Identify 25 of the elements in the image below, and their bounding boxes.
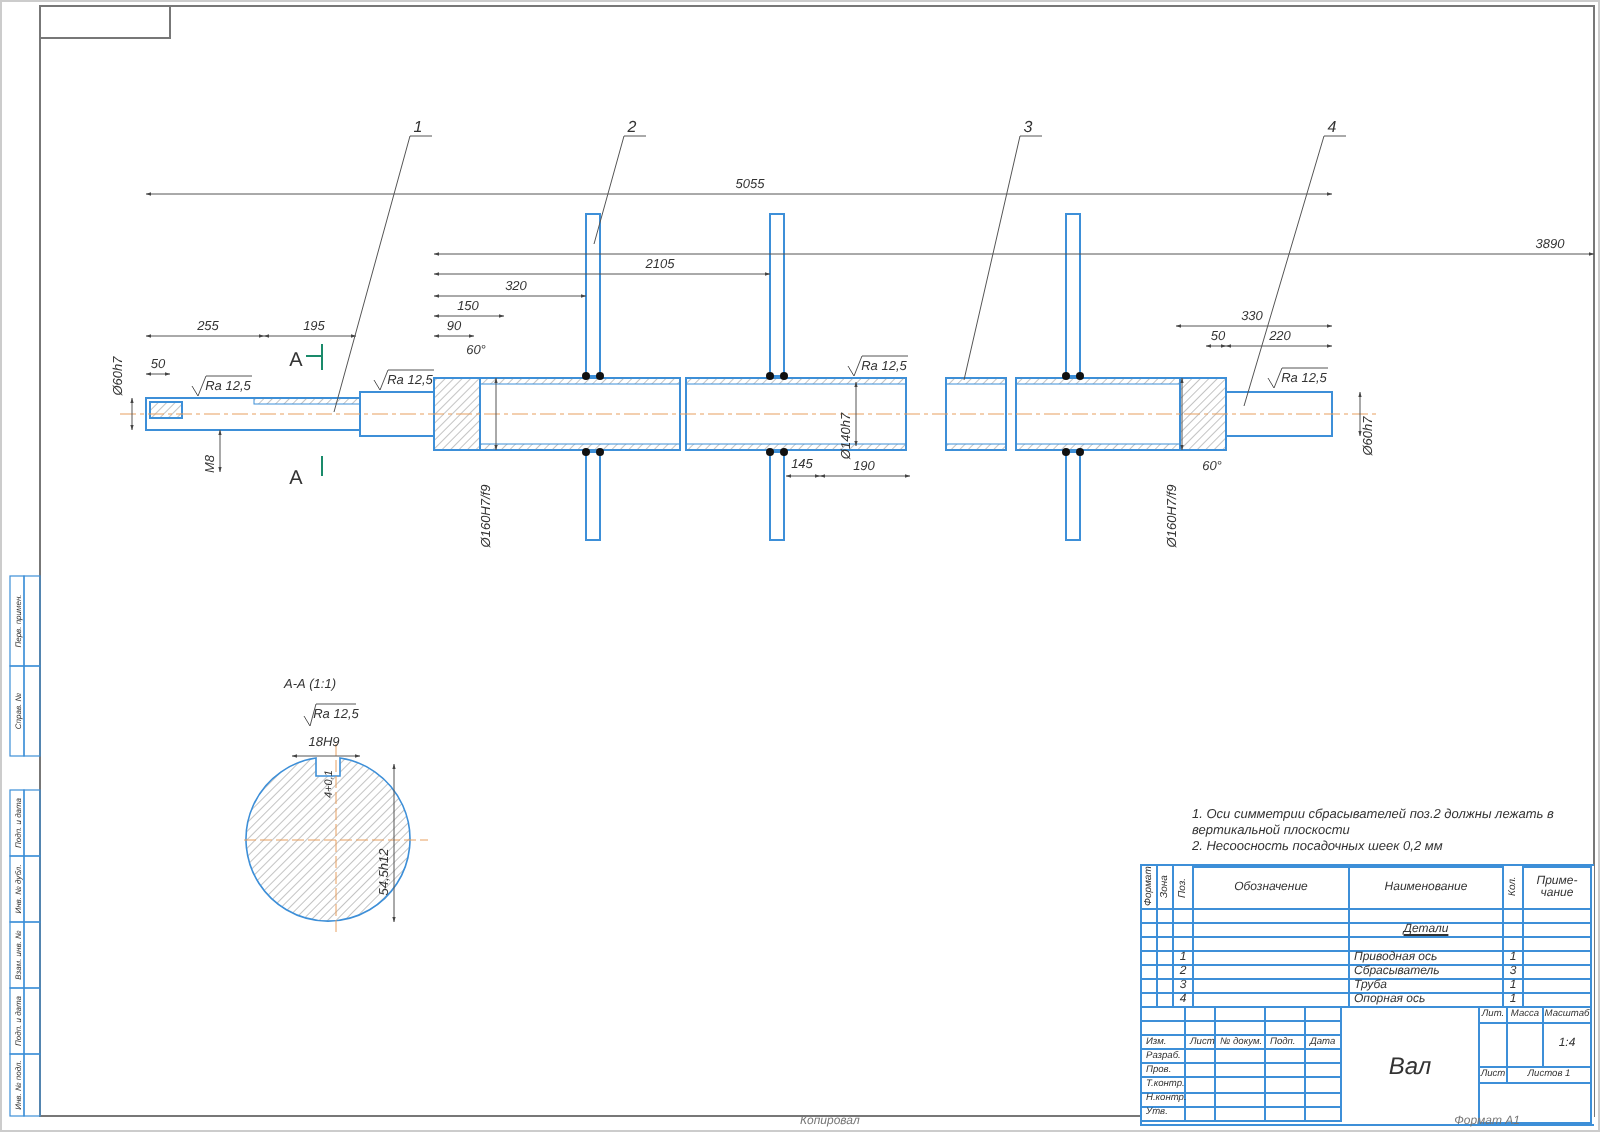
roughness-symbol [303,703,357,727]
dimension-line [218,429,222,473]
dimension-line [130,397,134,431]
dimension-line [291,754,361,758]
position-number: 1 [413,118,423,136]
position-number: 3 [1023,118,1033,136]
section-mark [321,455,323,477]
roughness-symbol [1267,367,1329,389]
leader-line [593,135,647,245]
roughness-symbol [847,355,909,377]
dimension-line [145,372,171,376]
dimension-line [1180,377,1184,451]
dimension-line [494,377,498,451]
roughness-symbol [373,369,435,391]
position-number: 4 [1327,118,1337,136]
section-letter: А [289,468,303,490]
roughness-symbol [191,375,253,397]
dimension-line [433,334,475,338]
dimension-line [1358,391,1362,437]
position-number: 2 [627,118,637,136]
dimension-line [433,314,505,318]
dimension-line [854,381,858,447]
table-cell [1508,1024,1544,1068]
section-letter: А [289,350,303,372]
section-mark [305,343,323,371]
